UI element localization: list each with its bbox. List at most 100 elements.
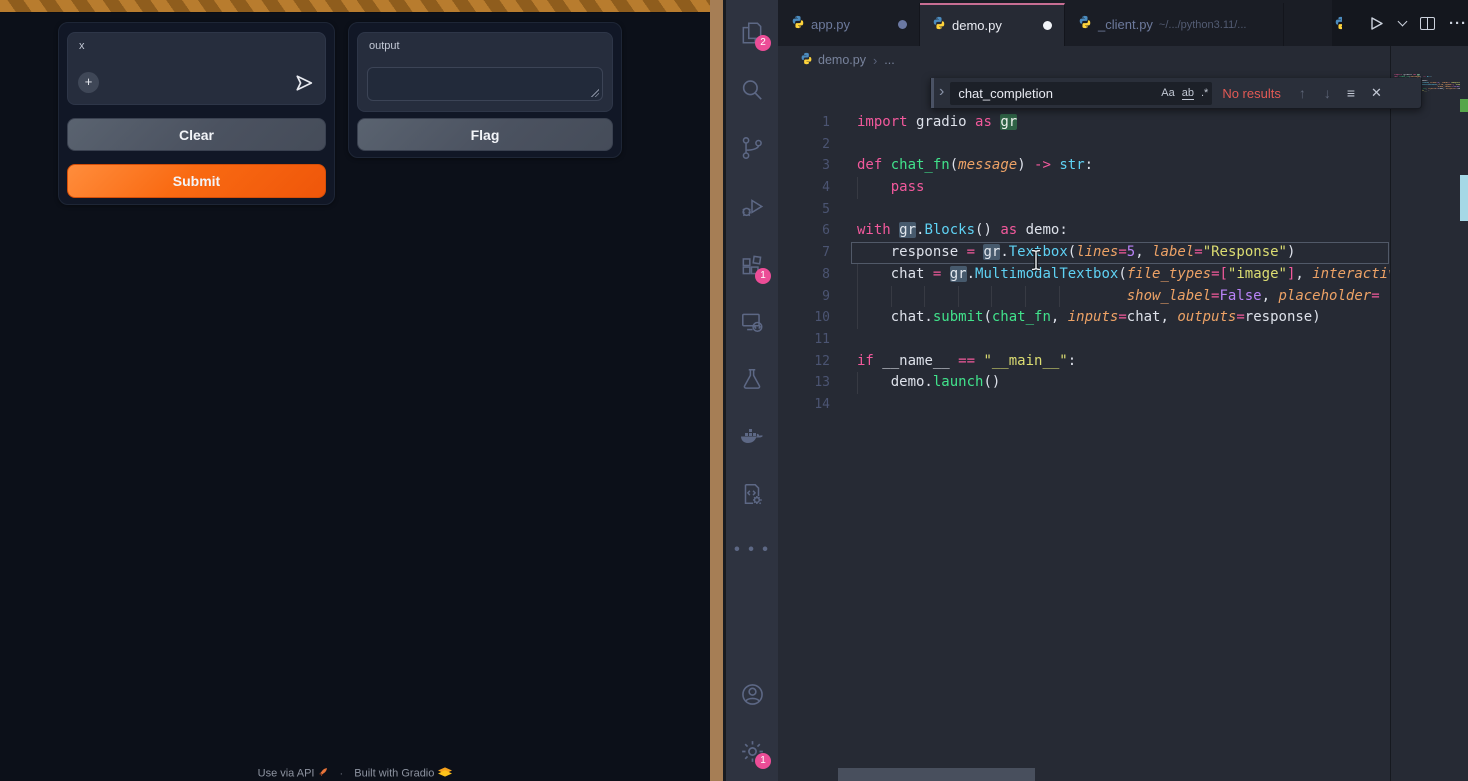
regex-toggle[interactable]: .* xyxy=(1201,87,1208,99)
code-editor[interactable]: 1import gradio as gr23def chat_fn(messag… xyxy=(778,74,1390,781)
editor-actions: ··· xyxy=(1332,0,1468,46)
find-in-selection-button[interactable]: ≡ xyxy=(1347,85,1355,101)
code-lines: 1import gradio as gr23def chat_fn(messag… xyxy=(778,112,1390,416)
code-line[interactable]: 7 response = gr.Textbox(lines=5, label="… xyxy=(778,242,1390,264)
code-line[interactable]: 8 chat = gr.MultimodalTextbox(file_types… xyxy=(778,264,1390,286)
match-case-toggle[interactable]: Aa xyxy=(1161,87,1174,99)
code-line[interactable]: 13 demo.launch() xyxy=(778,372,1390,394)
run-dropdown-chevron-icon[interactable] xyxy=(1399,21,1406,25)
find-resize-sash[interactable] xyxy=(931,78,934,108)
sidebar-item-testing[interactable] xyxy=(726,359,778,399)
code-line[interactable]: 14 xyxy=(778,394,1390,416)
clear-button[interactable]: Clear xyxy=(67,118,326,151)
line-number: 14 xyxy=(778,394,830,416)
whole-word-toggle[interactable]: ab xyxy=(1182,87,1194,100)
multimodal-input-box[interactable]: x + xyxy=(67,32,326,105)
next-match-button[interactable]: ↓ xyxy=(1324,85,1331,101)
tab-bar: app.py demo.py _client.py ~/.../python3.… xyxy=(778,0,1468,46)
gradio-output-card: output Flag xyxy=(348,22,622,158)
built-with-gradio-link[interactable]: Built with Gradio xyxy=(354,768,434,780)
line-number: 2 xyxy=(778,134,830,156)
explorer-badge: 2 xyxy=(755,35,771,51)
line-number: 7 xyxy=(778,242,830,264)
input-label: x xyxy=(79,40,85,52)
minimap[interactable]: import gradio as grdef chat_fn(message) … xyxy=(1390,46,1460,781)
sidebar-item-run-debug[interactable] xyxy=(726,187,778,227)
code-line[interactable]: 5 xyxy=(778,199,1390,221)
tab-app-py[interactable]: app.py xyxy=(779,3,920,46)
find-status: No results xyxy=(1222,86,1281,101)
output-box: output xyxy=(357,32,613,112)
submit-button[interactable]: Submit xyxy=(67,164,326,198)
code-line[interactable]: 6with gr.Blocks() as demo: xyxy=(778,220,1390,242)
breadcrumb[interactable]: demo.py › ... xyxy=(778,46,1468,74)
breadcrumb-file[interactable]: demo.py xyxy=(818,53,866,67)
line-number: 9 xyxy=(778,286,830,308)
line-number: 12 xyxy=(778,351,830,373)
gradio-footer: Use via API · Built with Gradio xyxy=(0,767,710,780)
breadcrumb-separator: › xyxy=(873,53,877,68)
tab-client-py[interactable]: _client.py ~/.../python3.11/... xyxy=(1066,3,1284,46)
previous-match-button[interactable]: ↑ xyxy=(1299,85,1306,101)
settings-badge: 1 xyxy=(755,753,771,769)
horizontal-scrollbar[interactable] xyxy=(838,768,1035,781)
python-file-icon xyxy=(800,52,813,68)
attach-file-button[interactable]: + xyxy=(78,72,99,93)
tab-demo-py[interactable]: demo.py xyxy=(920,3,1065,46)
resize-handle-icon[interactable] xyxy=(591,89,599,97)
run-button[interactable] xyxy=(1368,15,1385,32)
line-number: 10 xyxy=(778,307,830,329)
activity-bar: 2 1 xyxy=(726,0,778,781)
send-icon[interactable] xyxy=(293,72,315,94)
code-line[interactable]: 11 xyxy=(778,329,1390,351)
close-find-button[interactable]: ✕ xyxy=(1371,85,1382,101)
gradio-input-card: x + Clear Submit xyxy=(58,22,335,205)
tab-path-description: ~/.../python3.11/... xyxy=(1159,19,1247,31)
find-widget: › Aa ab .* No results ↑ ↓ ≡ ✕ xyxy=(930,78,1422,109)
sidebar-item-search[interactable] xyxy=(726,70,778,110)
flag-button[interactable]: Flag xyxy=(357,118,613,151)
code-line[interactable]: 2 xyxy=(778,134,1390,156)
overview-ruler[interactable] xyxy=(1460,0,1468,781)
sidebar-item-accounts[interactable] xyxy=(726,674,778,714)
ruler-mark-green xyxy=(1460,99,1468,112)
sidebar-item-extensions[interactable]: 1 xyxy=(726,246,778,286)
code-line[interactable]: 3def chat_fn(message) -> str: xyxy=(778,155,1390,177)
find-input-box: Aa ab .* xyxy=(950,82,1212,105)
modified-dot-icon[interactable] xyxy=(1043,21,1052,30)
modified-dot-icon[interactable] xyxy=(898,20,907,29)
line-number: 8 xyxy=(778,264,830,286)
output-textarea[interactable] xyxy=(367,67,603,101)
find-input[interactable] xyxy=(958,86,1154,101)
breadcrumb-ellipsis[interactable]: ... xyxy=(884,53,894,67)
vscode-window: 2 1 xyxy=(723,0,1468,781)
python-file-icon xyxy=(1078,15,1092,34)
line-number: 3 xyxy=(778,155,830,177)
sidebar-item-task-file[interactable] xyxy=(726,474,778,514)
toggle-replace-chevron-icon[interactable]: › xyxy=(939,83,944,101)
sidebar-item-settings[interactable]: 1 xyxy=(726,731,778,771)
use-via-api-link[interactable]: Use via API xyxy=(258,768,315,780)
code-line[interactable]: 12if __name__ == "__main__": xyxy=(778,351,1390,373)
sidebar-item-docker[interactable] xyxy=(726,417,778,457)
gradio-loading-bar xyxy=(0,0,710,13)
code-line[interactable]: 4 pass xyxy=(778,177,1390,199)
rocket-icon xyxy=(318,767,328,780)
line-number: 1 xyxy=(778,112,830,134)
footer-separator: · xyxy=(340,768,344,780)
code-line[interactable]: 10 chat.submit(chat_fn, inputs=chat, out… xyxy=(778,307,1390,329)
line-number: 13 xyxy=(778,372,830,394)
sidebar-item-source-control[interactable] xyxy=(726,128,778,168)
line-number: 5 xyxy=(778,199,830,221)
extensions-badge: 1 xyxy=(755,268,771,284)
code-line[interactable]: 1import gradio as gr xyxy=(778,112,1390,134)
gradio-app-pane: x + Clear Submit output Flag Use via API… xyxy=(0,0,710,781)
sidebar-item-remote-explorer[interactable] xyxy=(726,302,778,342)
desktop-wallpaper-strip xyxy=(710,0,723,781)
tab-label: demo.py xyxy=(952,18,1002,33)
sidebar-item-more-views[interactable]: • • • xyxy=(726,530,778,570)
split-editor-button[interactable] xyxy=(1420,17,1435,30)
sidebar-item-explorer[interactable]: 2 xyxy=(726,13,778,53)
line-number: 6 xyxy=(778,220,830,242)
code-line[interactable]: 9 show_label=False, placeholder= xyxy=(778,286,1390,308)
